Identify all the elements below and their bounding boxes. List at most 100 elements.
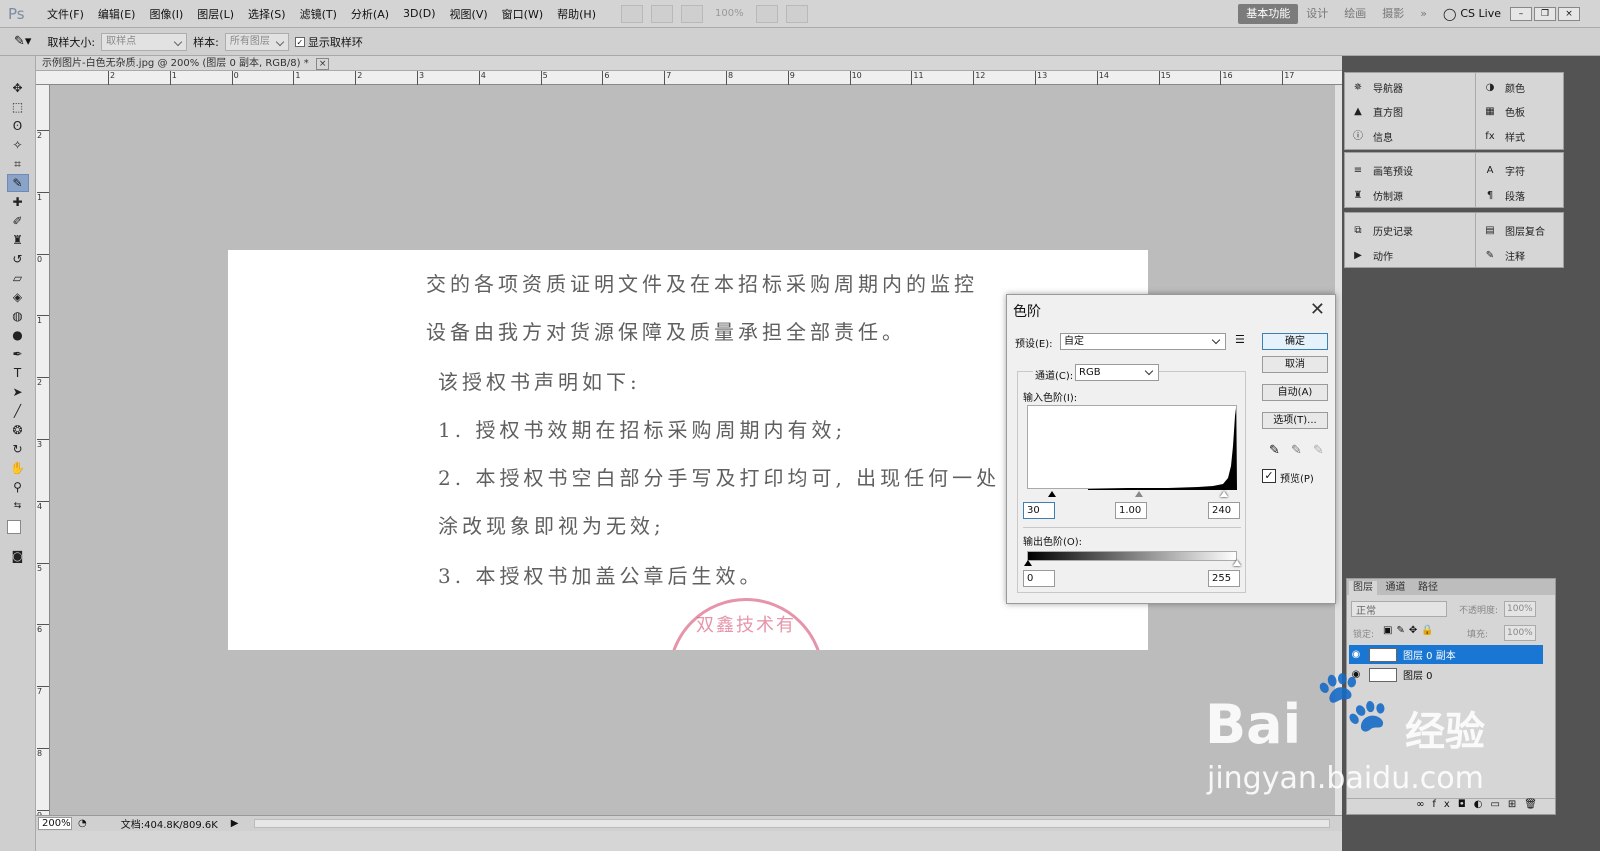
menu-view[interactable]: 视图(V) <box>443 6 495 22</box>
blend-mode-select[interactable]: 正常 <box>1351 601 1447 617</box>
line-tool-icon[interactable]: ╱ <box>7 402 29 420</box>
minimize-button[interactable]: – <box>1510 6 1532 21</box>
input-gamma-field[interactable]: 1.00 <box>1115 502 1147 519</box>
layer-row-copy[interactable]: ◉ 图层 0 副本 <box>1349 645 1543 664</box>
sample-layers-select[interactable]: 所有图层 <box>224 32 289 51</box>
panel-history[interactable]: ⧉ 历史记录 <box>1351 223 1413 239</box>
preset-select[interactable]: 自定 <box>1060 333 1226 350</box>
workspace-painting[interactable]: 绘画 <box>1336 4 1374 24</box>
bridge-button[interactable] <box>620 4 643 23</box>
hand-tool-icon[interactable]: ✋ <box>7 459 29 477</box>
input-white-field[interactable]: 240 <box>1208 502 1240 519</box>
eyedropper-tool-icon[interactable]: ✎ <box>6 174 29 192</box>
horizontal-scrollbar[interactable] <box>254 819 1330 828</box>
mini-bridge-button[interactable] <box>650 4 673 23</box>
menu-window[interactable]: 窗口(W) <box>495 6 550 22</box>
lock-icons[interactable]: ▣✎✥🔒 <box>1383 625 1438 636</box>
blur-tool-icon[interactable]: ◍ <box>7 307 29 325</box>
move-tool-icon[interactable]: ✥ <box>7 79 29 97</box>
input-gamma-slider[interactable] <box>1135 491 1143 497</box>
black-point-eyedropper-icon[interactable]: ✎ <box>1269 443 1280 458</box>
status-expand-icon[interactable]: ▶ <box>231 818 239 829</box>
panel-info[interactable]: ⓘ 信息 <box>1351 129 1393 145</box>
path-select-tool-icon[interactable]: ➤ <box>7 383 29 401</box>
menu-3d[interactable]: 3D(D) <box>396 7 443 20</box>
preview-checkbox[interactable]: ✓ <box>1262 469 1276 483</box>
panel-navigator[interactable]: ✵ 导航器 <box>1351 80 1403 96</box>
clone-stamp-tool-icon[interactable]: ♜ <box>7 231 29 249</box>
pen-tool-icon[interactable]: ✒ <box>7 345 29 363</box>
menu-filter[interactable]: 滤镜(T) <box>293 6 344 22</box>
auto-button[interactable]: 自动(A) <box>1262 384 1328 401</box>
opacity-field[interactable]: 100% <box>1504 601 1536 617</box>
options-button[interactable]: 选项(T)... <box>1262 412 1328 429</box>
input-white-slider[interactable] <box>1220 491 1228 497</box>
foreground-color-swatch[interactable] <box>7 520 21 534</box>
view-extras-button[interactable] <box>680 4 703 23</box>
panel-character[interactable]: A 字符 <box>1483 163 1525 179</box>
crop-tool-icon[interactable]: ⌗ <box>7 155 29 173</box>
paint-bucket-tool-icon[interactable]: ◈ <box>7 288 29 306</box>
brush-tool-icon[interactable]: ✐ <box>7 212 29 230</box>
preset-options-icon[interactable]: ☰ <box>1235 333 1245 346</box>
healing-brush-tool-icon[interactable]: ✚ <box>7 193 29 211</box>
eyedropper-preset-icon[interactable]: ✎▾ <box>14 34 31 49</box>
output-black-field[interactable]: 0 <box>1023 570 1055 587</box>
screen-mode-button[interactable] <box>785 4 808 23</box>
menu-file[interactable]: 文件(F) <box>40 6 91 22</box>
panel-color[interactable]: ◑ 颜色 <box>1483 80 1525 96</box>
3d-orbit-tool-icon[interactable]: ↻ <box>7 440 29 458</box>
menu-help[interactable]: 帮助(H) <box>550 6 603 22</box>
document-tab[interactable]: 示例图片-白色无杂质.jpg @ 200% (图层 0 副本, RGB/8) *… <box>36 56 1342 71</box>
swap-colors-icon[interactable]: ⇆ <box>7 497 29 515</box>
visibility-eye-icon[interactable]: ◉ <box>1349 649 1363 660</box>
panel-histogram[interactable]: ▲ 直方图 <box>1351 104 1403 120</box>
dodge-tool-icon[interactable]: ● <box>7 326 29 344</box>
menu-select[interactable]: 选择(S) <box>241 6 293 22</box>
arrange-documents-button[interactable] <box>755 4 778 23</box>
panel-styles[interactable]: fx 样式 <box>1483 129 1525 145</box>
fill-field[interactable]: 100% <box>1504 625 1536 641</box>
quick-select-tool-icon[interactable]: ✧ <box>7 136 29 154</box>
menu-image[interactable]: 图像(I) <box>142 6 190 22</box>
panel-swatches[interactable]: ▦ 色板 <box>1483 104 1525 120</box>
panel-layer-comps[interactable]: ▤ 图层复合 <box>1483 223 1545 239</box>
cs-live-menu[interactable]: CS Live <box>1460 7 1508 20</box>
panel-notes[interactable]: ✎ 注释 <box>1483 248 1525 264</box>
gray-point-eyedropper-icon[interactable]: ✎ <box>1291 443 1302 458</box>
white-point-eyedropper-icon[interactable]: ✎ <box>1313 443 1324 458</box>
channel-select[interactable]: RGB <box>1075 364 1159 381</box>
quick-mask-icon[interactable]: ◙ <box>7 547 29 565</box>
zoom-field[interactable]: 200% <box>38 817 72 830</box>
eraser-tool-icon[interactable]: ▱ <box>7 269 29 287</box>
tab-channels[interactable]: 通道 <box>1381 581 1410 595</box>
panel-paragraph[interactable]: ¶ 段落 <box>1483 188 1525 204</box>
panel-actions[interactable]: ▶ 动作 <box>1351 248 1393 264</box>
workspace-design[interactable]: 设计 <box>1298 4 1336 24</box>
sample-size-select[interactable]: 取样点 <box>101 32 188 51</box>
output-white-field[interactable]: 255 <box>1208 570 1240 587</box>
dialog-close-icon[interactable]: ✕ <box>1310 299 1325 320</box>
zoom-tool-icon[interactable]: ⚲ <box>7 478 29 496</box>
history-brush-tool-icon[interactable]: ↺ <box>7 250 29 268</box>
close-window-button[interactable]: × <box>1558 6 1580 21</box>
show-ring-checkbox[interactable]: ✓ <box>294 36 305 47</box>
zoom-level-readout[interactable]: 100% <box>715 8 744 19</box>
tab-paths[interactable]: 路径 <box>1414 581 1442 595</box>
output-black-slider[interactable] <box>1024 560 1032 566</box>
menu-edit[interactable]: 编辑(E) <box>91 6 143 22</box>
3d-rotate-tool-icon[interactable]: ❂ <box>7 421 29 439</box>
menu-analysis[interactable]: 分析(A) <box>344 6 396 22</box>
panel-clone-source[interactable]: ♜ 仿制源 <box>1351 188 1403 204</box>
menu-layer[interactable]: 图层(L) <box>190 6 241 22</box>
tab-layers[interactable]: 图层 <box>1349 581 1377 595</box>
output-white-slider[interactable] <box>1233 560 1241 566</box>
marquee-tool-icon[interactable]: ⬚ <box>7 98 29 116</box>
lasso-tool-icon[interactable]: ʘ <box>7 117 29 135</box>
input-black-slider[interactable] <box>1048 491 1056 497</box>
document-tab-close-icon[interactable]: × <box>315 58 330 70</box>
restore-button[interactable]: ❐ <box>1534 6 1556 21</box>
workspace-photography[interactable]: 摄影 <box>1374 4 1412 24</box>
more-workspaces-icon[interactable]: » <box>1412 4 1435 24</box>
cancel-button[interactable]: 取消 <box>1262 356 1328 373</box>
